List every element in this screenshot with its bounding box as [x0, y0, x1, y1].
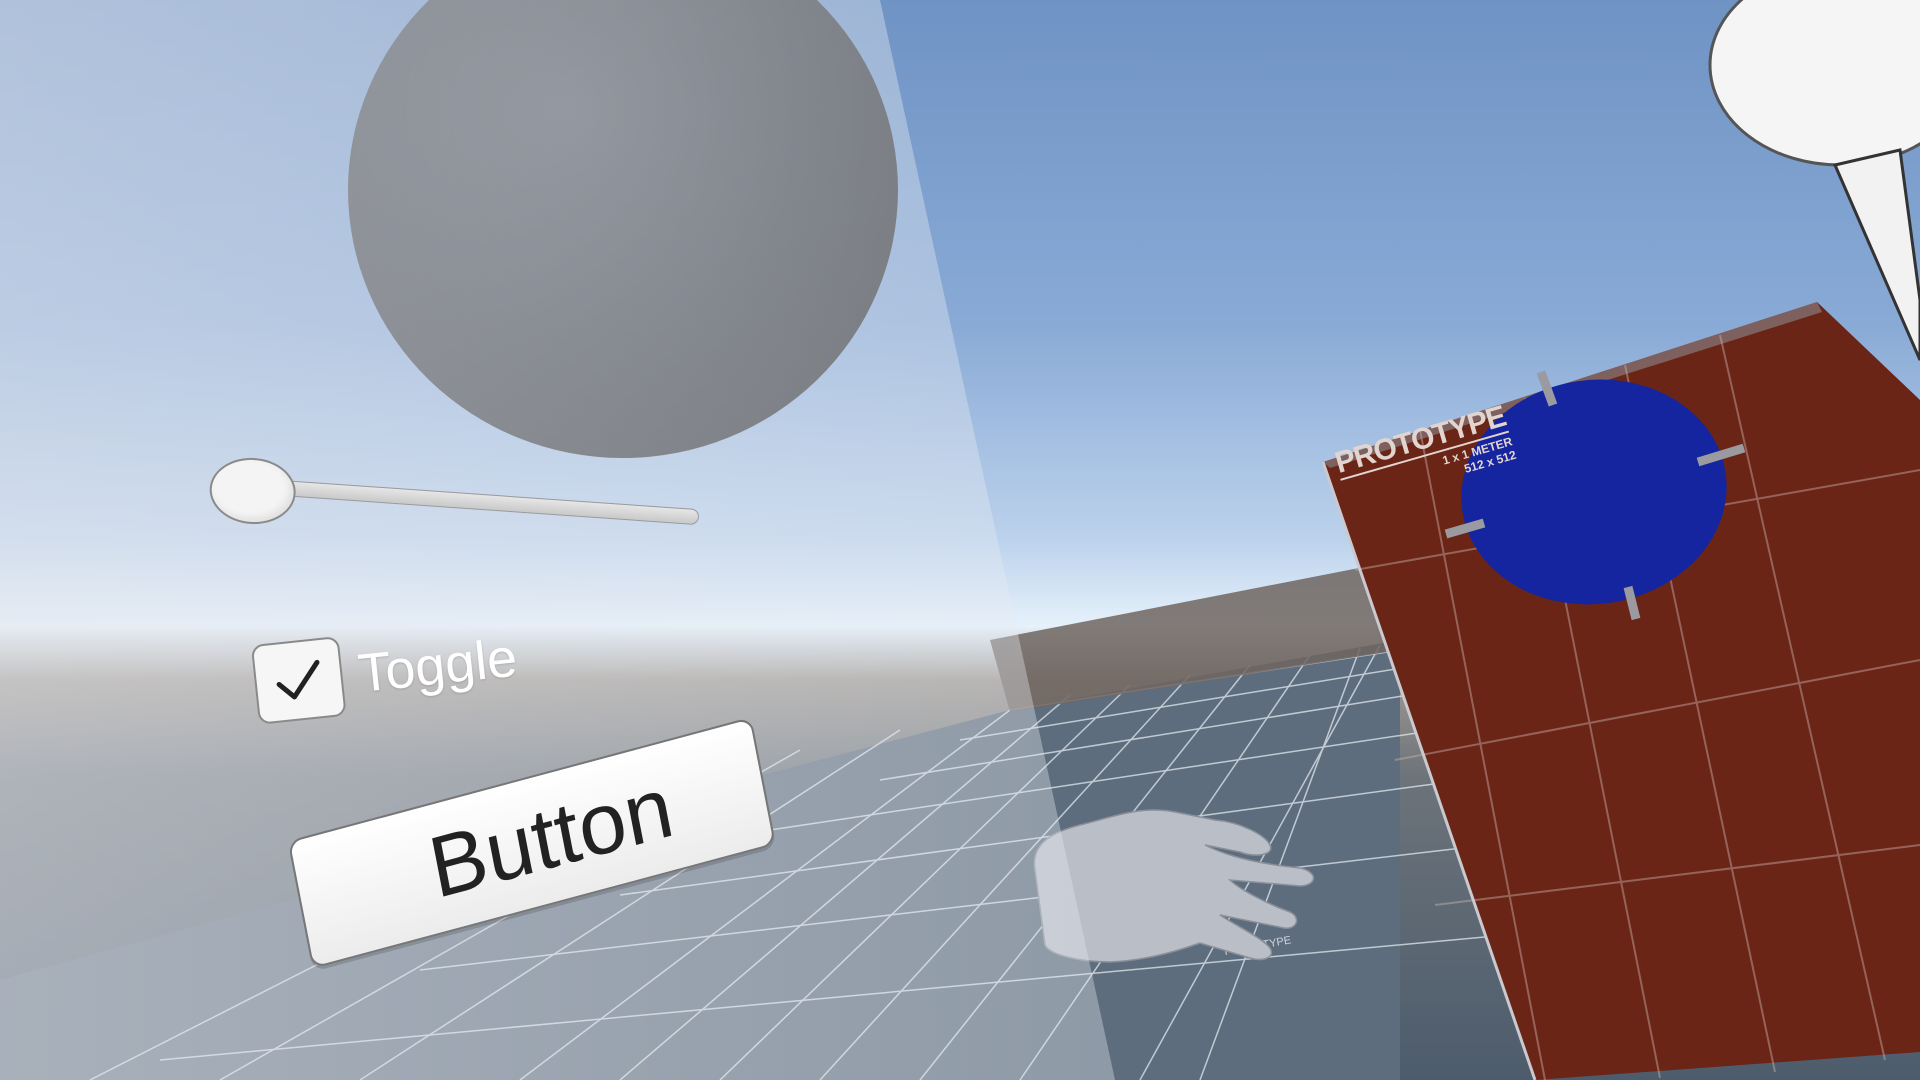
slider-track[interactable] — [259, 478, 700, 526]
sphere-object — [348, 0, 898, 458]
toggle-checkbox[interactable] — [250, 636, 347, 725]
vr-scene: PROTOTYPE 1 x 1 METER 512 x 512 Toggle B… — [0, 0, 1920, 1080]
world-geometry: PROTOTYPE — [0, 0, 1920, 1080]
check-icon — [276, 659, 320, 700]
toggle-label: Toggle — [355, 627, 520, 704]
